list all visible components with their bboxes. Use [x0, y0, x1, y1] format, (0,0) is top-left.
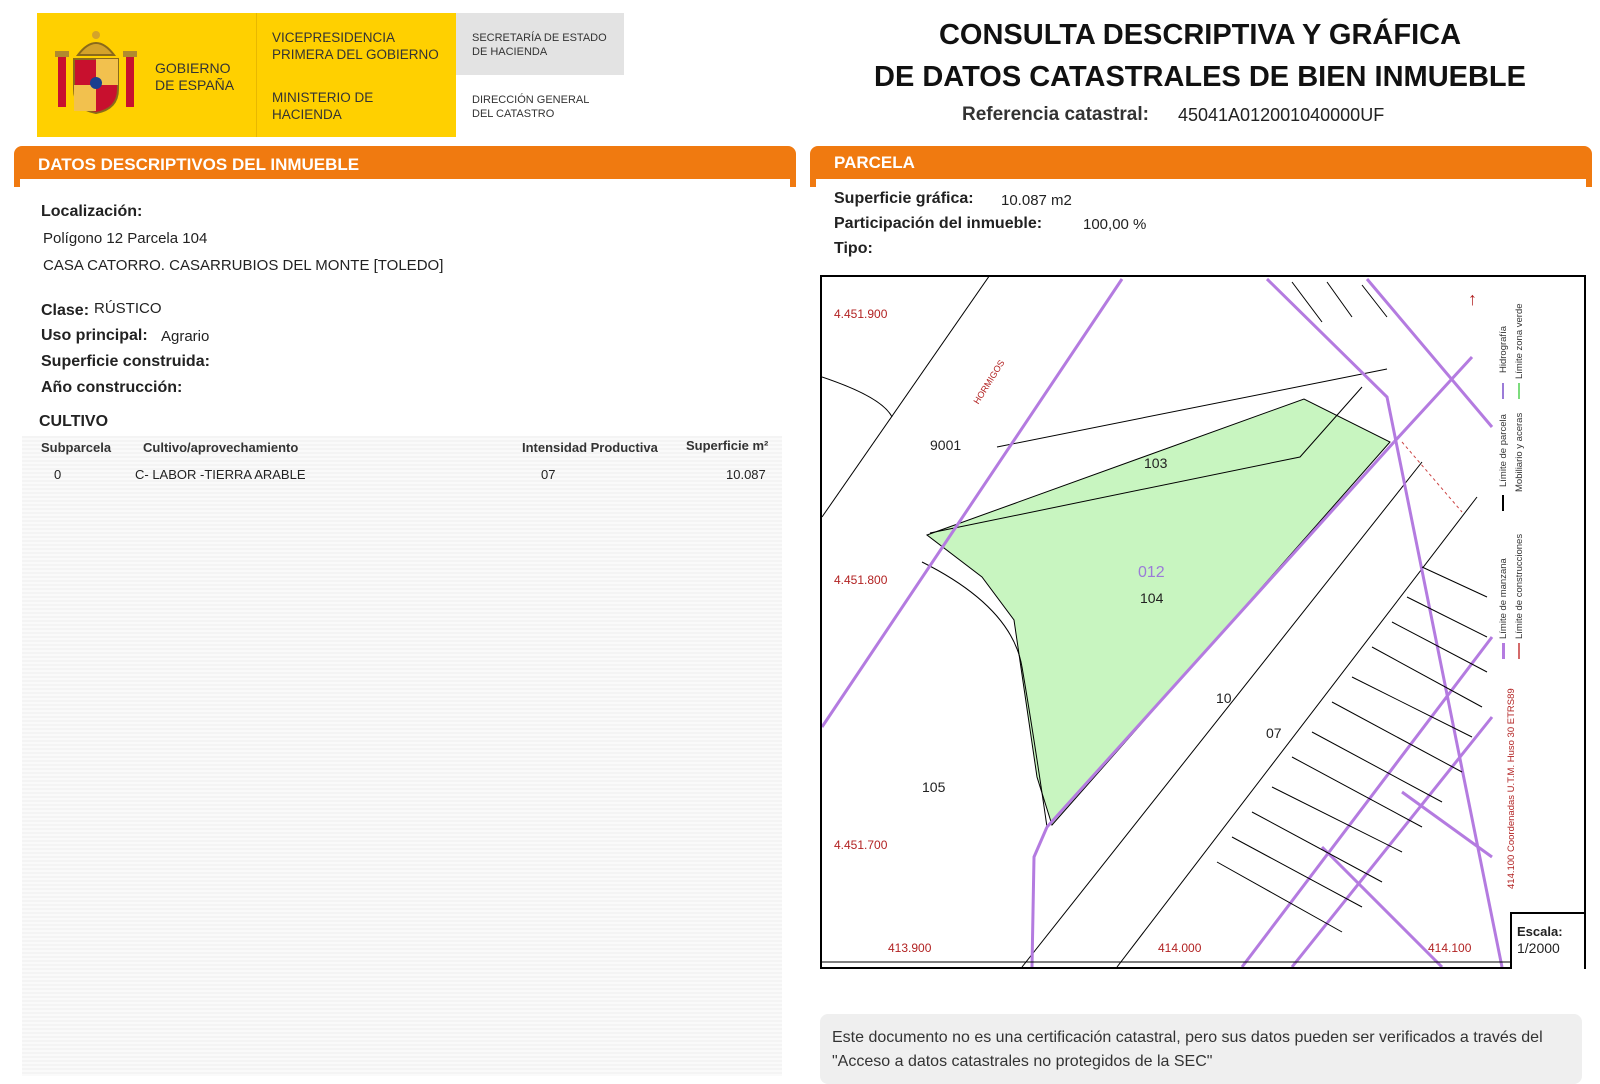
legend-swatch-verde — [1518, 383, 1520, 399]
y-tick-3: 4.451.700 — [834, 838, 888, 852]
superficie-grafica-value: 10.087 m2 — [1001, 192, 1072, 209]
parcel-label-10: 10 — [1216, 690, 1232, 706]
legend-swatch-construcciones — [1518, 643, 1520, 659]
title-line-2: DE DATOS CATASTRALES DE BIEN INMUEBLE — [874, 61, 1526, 93]
manzana-label-012: 012 — [1138, 564, 1165, 581]
legend-coords-note: 414.100 Coordenadas U.T.M. Huso 30 ETRS8… — [1506, 688, 1517, 889]
parcel-label-105: 105 — [922, 779, 946, 795]
building-hatch — [1216, 281, 1488, 933]
x-tick-1: 413.900 — [888, 941, 932, 955]
bar-edge-right — [790, 177, 796, 187]
table-row-subparcela: 0 — [54, 467, 62, 482]
parcel-label-103: 103 — [1144, 455, 1168, 471]
anio-construccion-label: Año construcción: — [41, 379, 183, 396]
col-header-superficie: Superficie m² — [686, 438, 769, 453]
title-line-1: CONSULTA DESCRIPTIVA Y GRÁFICA — [938, 19, 1462, 51]
referencia-label: Referencia catastral: — [962, 104, 1149, 125]
referencia-value: 45041A012001040000UF — [1178, 105, 1385, 125]
secretaria-text: SECRETARÍA DE ESTADO DE HACIENDA — [472, 32, 607, 58]
gobierno-espana-text: GOBIERNO DE ESPAÑA — [155, 60, 235, 93]
legend-hidrografia: Hidrografía — [1498, 326, 1509, 373]
localizacion-line-1: Polígono 12 Parcela 104 — [43, 230, 208, 247]
coat-of-arms-icon — [55, 31, 137, 115]
legend-mobiliario: Mobiliario y aceras — [1514, 412, 1525, 492]
scale-box: Escala: 1/2000 — [1510, 912, 1584, 969]
legend-limite-parcela: Límite de parcela — [1498, 414, 1509, 487]
legend-swatch-manzana — [1502, 643, 1505, 659]
bar-edge-right — [1586, 177, 1592, 187]
parcela-title: PARCELA — [834, 153, 915, 172]
logo-divider — [256, 13, 257, 137]
uso-principal-label: Uso principal: — [41, 327, 148, 344]
cadastral-map: 4.451.900 4.451.800 4.451.700 413.900 41… — [820, 275, 1586, 969]
descriptive-data-header: DATOS DESCRIPTIVOS DEL INMUEBLE — [14, 146, 796, 187]
cultivo-title: CULTIVO — [39, 413, 109, 430]
clase-value: RÚSTICO — [94, 300, 162, 317]
ministerio-text: MINISTERIO DE HACIENDA — [272, 90, 374, 122]
parcel-label-9001: 9001 — [930, 437, 962, 453]
verification-note-text: Este documento no es una certificación c… — [832, 1029, 1543, 1070]
legend-swatch-parcela — [1502, 495, 1504, 511]
localizacion-label: Localización: — [41, 203, 143, 220]
superficie-grafica-label: Superficie gráfica: — [834, 190, 974, 207]
scale-label: Escala: — [1517, 924, 1563, 939]
participacion-label: Participación del inmueble: — [834, 215, 1043, 232]
table-row-superficie: 10.087 — [726, 467, 766, 482]
scale-value: 1/2000 — [1517, 940, 1560, 956]
map-legend: Límite zona verde Hidrografía Mobiliario… — [1464, 277, 1582, 907]
north-arrow-icon: ↑ — [1468, 289, 1477, 309]
x-tick-3: 414.100 — [1428, 941, 1472, 955]
col-header-cultivo: Cultivo/aprovechamiento — [143, 440, 299, 455]
legend-zona-verde: Límite zona verde — [1514, 303, 1525, 379]
cultivo-table — [22, 436, 782, 1076]
tipo-label: Tipo: — [834, 240, 873, 257]
page-title: CONSULTA DESCRIPTIVA Y GRÁFICA DE DATOS … — [850, 14, 1550, 98]
parcela-header: PARCELA — [810, 146, 1592, 187]
parcel-label-07: 07 — [1266, 725, 1282, 741]
table-row-cultivo: C- LABOR -TIERRA ARABLE — [135, 467, 306, 482]
y-tick-1: 4.451.900 — [834, 307, 888, 321]
legend-limite-manzana: Límite de manzana — [1498, 558, 1509, 639]
table-row-intensidad: 07 — [541, 467, 556, 482]
x-tick-2: 414.000 — [1158, 941, 1202, 955]
bar-edge-left — [810, 177, 816, 187]
bar-edge-left — [14, 177, 20, 187]
legend-construcciones: Límite de construcciones — [1514, 533, 1525, 639]
clase-label: Clase: — [41, 302, 90, 319]
localizacion-line-2: CASA CATORRO. CASARRUBIOS DEL MONTE [TOL… — [43, 257, 444, 274]
participacion-value: 100,00 % — [1083, 216, 1147, 233]
col-header-subparcela: Subparcela — [41, 440, 112, 455]
legend-swatch-hidro — [1502, 383, 1504, 399]
vicepresidencia-text: VICEPRESIDENCIA PRIMERA DEL GOBIERNO — [272, 30, 439, 62]
y-tick-2: 4.451.800 — [834, 573, 888, 587]
parcel-label-104: 104 — [1140, 590, 1164, 606]
direccion-text: DIRECCIÓN GENERAL DEL CATASTRO — [472, 94, 589, 120]
uso-principal-value: Agrario — [161, 328, 210, 345]
superficie-construida-label: Superficie construida: — [41, 353, 210, 370]
descriptive-data-title: DATOS DESCRIPTIVOS DEL INMUEBLE — [38, 155, 360, 174]
col-header-intensidad: Intensidad Productiva — [522, 440, 658, 455]
